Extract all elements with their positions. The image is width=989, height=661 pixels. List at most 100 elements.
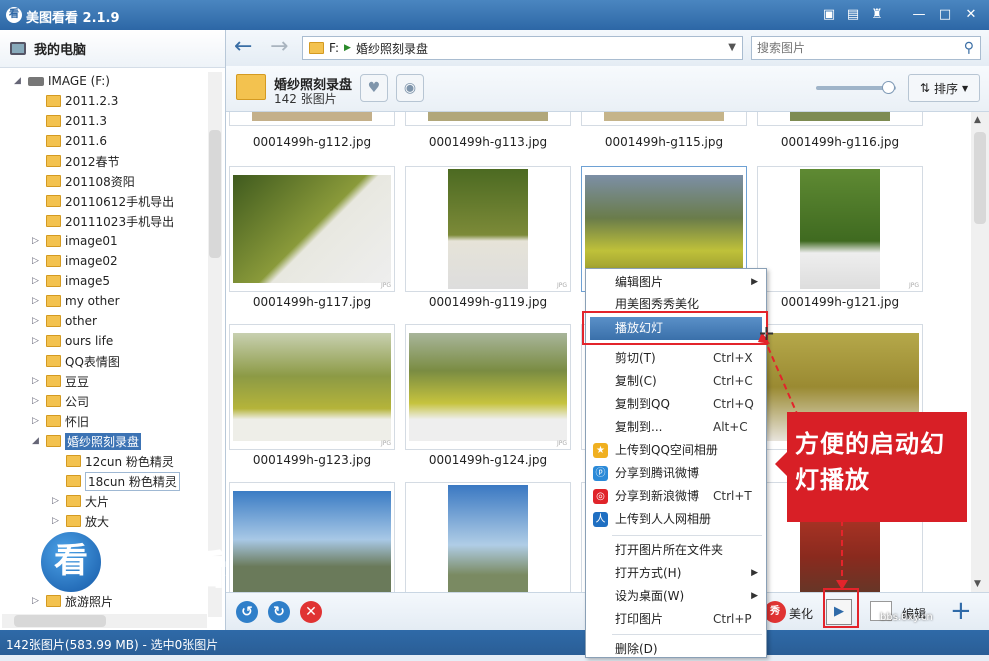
expand-arrow-icon[interactable]: ▷ [32, 396, 42, 406]
tree-item[interactable]: ▷ other [32, 311, 97, 331]
expand-arrow-icon[interactable]: ▷ [32, 416, 42, 426]
expand-arrow-icon[interactable]: ▷ [32, 296, 42, 306]
menu-item-open-with[interactable]: 打开方式(H) ▶ [586, 562, 766, 585]
thumbnail[interactable]: JPG [757, 166, 923, 292]
tree-item[interactable]: 2011.3 [32, 111, 107, 131]
menu-item-upload-renren[interactable]: 人上传到人人网相册 [586, 508, 766, 531]
expand-arrow-icon[interactable]: ▷ [32, 316, 42, 326]
thumbnail[interactable]: JPG [405, 324, 571, 450]
menu-item-cut[interactable]: 剪切(T) Ctrl+X [586, 347, 766, 370]
tree-item[interactable]: ▷ image5 [32, 271, 110, 291]
tree-item[interactable]: ▷ 公司 [32, 391, 89, 411]
chevron-down-icon[interactable]: ▼ [728, 42, 736, 53]
tree-item[interactable]: ▷ ours life [32, 331, 113, 351]
tree-item[interactable]: 20110612手机导出 [32, 191, 174, 211]
folder-icon [309, 42, 324, 54]
thumbnail[interactable] [581, 112, 747, 126]
tree-item[interactable]: ▷ image01 [32, 231, 118, 251]
menu-item-edit-image[interactable]: 编辑图片 ▶ [586, 271, 766, 294]
thumbnail[interactable]: JPG [229, 324, 395, 450]
favorite-heart-icon[interactable]: ♥ [360, 74, 388, 102]
wedding-photo [233, 491, 391, 592]
thumbnail[interactable] [757, 112, 923, 126]
skin-icon[interactable]: ♜ [868, 6, 886, 24]
thumbnail[interactable] [405, 112, 571, 126]
tree-horizontal-scrollbar[interactable] [2, 614, 207, 628]
menu-item-share-sina-weibo[interactable]: ◎ 分享到新浪微博 Ctrl+T [586, 485, 766, 508]
minimize-icon[interactable]: — [910, 6, 928, 24]
address-bar[interactable]: F: ▶ 婚纱照刻录盘 ▼ [302, 36, 743, 60]
meitu-xiuxiu-icon[interactable]: 秀 [764, 601, 786, 623]
tree-item[interactable]: ▷ 怀旧 [32, 411, 89, 431]
collapse-arrow-icon[interactable]: ◢ [32, 436, 42, 446]
sort-button[interactable]: ⇅ 排序 ▼ [908, 74, 980, 102]
menu-item-copy-to-qq[interactable]: 复制到QQ Ctrl+Q [586, 393, 766, 416]
expand-arrow-icon[interactable]: ▷ [32, 276, 42, 286]
breadcrumb-folder[interactable]: 婚纱照刻录盘 [356, 40, 428, 57]
tree-item-selected[interactable]: ◢ 婚纱照刻录盘 [32, 431, 142, 451]
expand-arrow-icon[interactable]: ▷ [32, 336, 42, 346]
tree-item[interactable]: QQ表情图 [32, 351, 120, 371]
expand-arrow-icon[interactable]: ▷ [32, 376, 42, 386]
expand-arrow-icon[interactable]: ▷ [52, 516, 62, 526]
add-icon[interactable]: + [950, 597, 972, 625]
tree-item[interactable]: 18cun 粉色精灵 [52, 471, 180, 491]
thumbnail-size-slider[interactable] [816, 81, 896, 94]
tree-item[interactable]: 12cun 粉色精灵 [52, 451, 174, 471]
scrollbar-thumb[interactable] [974, 132, 986, 224]
delete-icon[interactable]: ✕ [300, 601, 322, 623]
tree-item[interactable]: ▷ image02 [32, 251, 118, 271]
breadcrumb-separator-icon[interactable]: ▶ [344, 43, 351, 53]
rotate-left-icon[interactable]: ↺ [236, 601, 258, 623]
tree-item[interactable]: 201108资阳 [32, 171, 135, 191]
scrollbar-thumb[interactable] [14, 615, 106, 627]
forward-arrow-icon[interactable]: → [270, 36, 288, 58]
tree-item[interactable]: 2012春节 [32, 151, 120, 171]
menu-item-share-tencent-weibo[interactable]: ⓟ 分享到腾讯微博 [586, 462, 766, 485]
menu-item-copy-to[interactable]: 复制到... Alt+C [586, 416, 766, 439]
tree-drive-f[interactable]: ◢ IMAGE (F:) [14, 71, 110, 91]
menu-item-upload-qzone[interactable]: ★ 上传到QQ空间相册 [586, 439, 766, 462]
drive-icon [28, 76, 44, 86]
tree-item[interactable]: ▷ 豆豆 [32, 371, 89, 391]
collapse-arrow-icon[interactable]: ◢ [14, 76, 24, 86]
tree-item[interactable]: ▷ 大片 [52, 491, 109, 511]
expand-arrow-icon[interactable]: ▷ [52, 496, 62, 506]
menu-item-set-as-desktop[interactable]: 设为桌面(W) ▶ [586, 585, 766, 608]
slider-knob[interactable] [882, 81, 895, 94]
expand-arrow-icon[interactable]: ▷ [32, 256, 42, 266]
thumbnail[interactable] [229, 482, 395, 592]
beautify-button[interactable]: 美化 [789, 605, 813, 622]
scrollbar-thumb[interactable] [209, 130, 221, 258]
folder-icon [46, 115, 61, 127]
search-icon[interactable]: ⚲ [964, 40, 974, 56]
tree-item[interactable]: ▷ my other [32, 291, 120, 311]
my-computer-header[interactable]: 我的电脑 [0, 30, 225, 68]
tree-item[interactable]: 20111023手机导出 [32, 211, 174, 231]
menu-item-print[interactable]: 打印图片 Ctrl+P [586, 608, 766, 631]
expand-arrow-icon[interactable]: ▷ [32, 596, 42, 606]
menu-icon[interactable]: ▤ [844, 6, 862, 24]
grid-vertical-scrollbar[interactable]: ▲ ▼ [971, 112, 989, 592]
thumbnail[interactable]: JPG [405, 166, 571, 292]
expand-arrow-icon[interactable]: ▷ [32, 236, 42, 246]
scroll-down-icon[interactable]: ▼ [974, 579, 981, 589]
thumbnail[interactable]: JPG [229, 166, 395, 292]
thumbnail[interactable] [229, 112, 395, 126]
thumbnail[interactable] [405, 482, 571, 592]
scroll-up-icon[interactable]: ▲ [974, 115, 981, 125]
eye-icon[interactable]: ◉ [396, 74, 424, 102]
menu-item-delete[interactable]: 删除(D) [586, 638, 766, 661]
search-box[interactable]: ⚲ [751, 36, 981, 60]
close-icon[interactable]: ✕ [962, 6, 980, 24]
menu-item-copy[interactable]: 复制(C) Ctrl+C [586, 370, 766, 393]
back-arrow-icon[interactable]: ← [234, 36, 252, 58]
maximize-icon[interactable]: □ [936, 6, 954, 24]
tree-item[interactable]: 2011.6 [32, 131, 107, 151]
feedback-icon[interactable]: ▣ [820, 6, 838, 24]
wedding-photo [800, 169, 880, 289]
rotate-right-icon[interactable]: ↻ [268, 601, 290, 623]
tree-item[interactable]: 2011.2.3 [32, 91, 118, 111]
menu-item-open-containing-folder[interactable]: 打开图片所在文件夹 [586, 539, 766, 562]
search-input[interactable] [752, 37, 947, 59]
